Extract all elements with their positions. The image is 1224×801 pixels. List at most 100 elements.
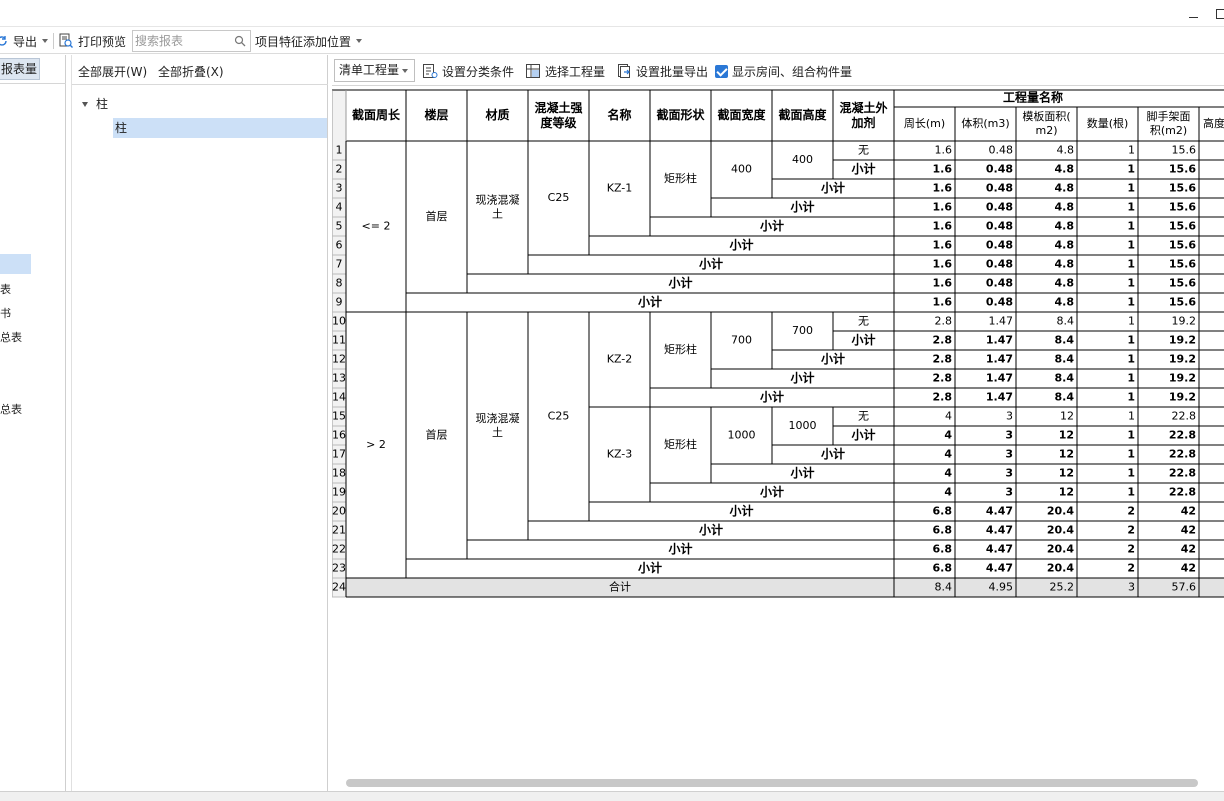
row-number: 3 [336,182,343,195]
report-item[interactable]: 表 [0,281,66,297]
quantity-cell: 1 [1128,144,1135,157]
header-concrete-grade: 度等级 [540,115,576,130]
subtotal-label: 小计 [790,465,814,480]
row-number: 4 [336,201,343,214]
subtotal-label: 小计 [851,161,875,176]
select-quantity-icon [526,64,540,78]
export-label: 导出 [13,34,38,49]
quantity-cell: 3 [1005,429,1013,442]
select-quantity-button[interactable]: 选择工程量 [525,62,605,80]
row-number: 14 [332,391,346,404]
quantity-cell: 19.2 [1169,391,1196,404]
quantity-cell: 4.95 [989,581,1014,594]
floor-cell: 首层 [426,428,448,442]
quantity-cell: 4.8 [1055,220,1075,233]
quantity-cell: 1 [1127,372,1135,385]
quantity-cell: 15.6 [1169,258,1196,271]
quantity-cell: 1 [1127,486,1135,499]
row-number: 7 [336,258,343,271]
minimize-icon[interactable] [1189,17,1198,18]
material-cell: 现浇混凝 [476,193,520,207]
search-box[interactable] [132,30,251,52]
report-item[interactable]: 总表 [0,401,66,417]
checkbox-checked-icon[interactable] [715,64,728,78]
export-button[interactable]: 导出 [0,31,49,51]
report-grid[interactable]: 截面周长 楼层 材质 混凝土强 度等级 名称 截面形状 截面宽度 截面高度 混凝土外 加剂 工程量名称… [332,88,1224,788]
quantity-cell: 22.8 [1172,410,1197,423]
quantity-cell: 22.8 [1169,448,1196,461]
search-input[interactable] [135,33,230,49]
tree-node-label: 柱 [96,97,109,111]
quantity-cell: 57.6 [1172,581,1197,594]
quantity-cell: 1.6 [933,277,953,290]
search-icon[interactable] [234,35,246,47]
show-rooms-checkbox[interactable]: 显示房间、组合构件量 [715,62,852,80]
quantity-cell: 4.8 [1057,144,1075,157]
quantity-cell: 1.47 [986,334,1013,347]
collapse-all-button[interactable]: 全部折叠(X) [158,63,224,80]
quantity-cell: 4.47 [986,505,1013,518]
quantity-cell: 1.47 [986,372,1013,385]
tree-node-column[interactable]: 柱 [82,94,322,114]
quantity-cell: 0.48 [986,277,1013,290]
expand-all-button[interactable]: 全部展开(W) [78,63,147,80]
quantity-cell: 12 [1060,410,1074,423]
quantity-cell: 4 [944,467,952,480]
category-settings-icon [423,64,438,78]
quantity-cell: 4 [944,429,952,442]
report-quantity-tab[interactable]: 报表量 [0,58,40,80]
quantity-cell: 1.6 [933,163,953,176]
header-q-volume: 体积(m3) [961,116,1009,130]
report-table: 截面周长 楼层 材质 混凝土强度等级 名称 截面形状 截面宽度 截面高度 混凝土外加剂 工程量名称… [332,89,1224,598]
subtotal-label: 小计 [760,389,784,404]
quantity-cell: 4.47 [986,562,1013,575]
row-number: 11 [332,334,346,347]
quantity-cell: 42 [1181,562,1196,575]
batch-export-button[interactable]: 设置批量导出 [616,62,708,80]
report-item[interactable]: 总表 [0,329,66,345]
header-additive: 混凝土外 [839,100,887,115]
print-preview-button[interactable]: 打印预览 [58,31,126,51]
selected-report-item[interactable] [0,254,31,274]
quantity-cell: 1 [1127,163,1135,176]
maximize-icon[interactable] [1216,9,1224,19]
horizontal-scrollbar[interactable] [346,779,1198,787]
expand-arrow-icon[interactable] [82,102,88,107]
quantity-mode-select[interactable]: 清单工程量 [334,59,415,82]
quantity-cell: 4 [944,448,952,461]
height-cell: 700 [792,324,813,337]
quantity-cell: 4.8 [1055,182,1075,195]
quantity-cell: 3 [1005,448,1013,461]
project-feature-position-dropdown[interactable]: 项目特征添加位置 [255,31,363,51]
component-name-cell: KZ-1 [607,182,633,195]
toolbar-divider [53,33,54,49]
quantity-cell: 6.8 [933,543,953,556]
quantity-cell: 0.48 [986,163,1013,176]
total-label: 合计 [609,580,631,594]
report-item[interactable]: 书 [0,305,66,321]
set-category-button[interactable]: 设置分类条件 [422,62,514,80]
quantity-cell: 1 [1127,201,1135,214]
subtotal-label: 小计 [821,446,845,461]
row-number: 8 [336,277,343,290]
row-number: 24 [332,581,346,594]
quantity-cell: 1.6 [933,182,953,195]
quantity-cell: 42 [1181,524,1196,537]
subtotal-label: 小计 [821,180,845,195]
quantity-cell: 1.6 [933,296,953,309]
quantity-cell: 1.6 [933,201,953,214]
select-quantity-label: 选择工程量 [545,64,606,79]
top-toolbar: 导出 打印预览 项目特征添加位置 [0,26,1224,54]
chevron-down-icon [402,69,408,73]
quantity-cell: 1 [1127,334,1135,347]
quantity-cell: 20.4 [1047,505,1074,518]
tree-header: 全部展开(W) 全部折叠(X) [72,55,328,85]
report-toolbar: 清单工程量 设置分类条件 选择工程量 设置批量导出 显示房间、组合构件量 [332,56,1224,86]
quantity-cell: 25.2 [1050,581,1075,594]
tree-node-column-child[interactable]: 柱 [113,118,327,138]
quantity-cell: 6.8 [933,562,953,575]
total-row-background [346,578,1224,597]
component-name-cell: KZ-2 [607,353,633,366]
header-q-count: 数量(根) [1087,116,1129,130]
row-number: 23 [332,562,346,575]
